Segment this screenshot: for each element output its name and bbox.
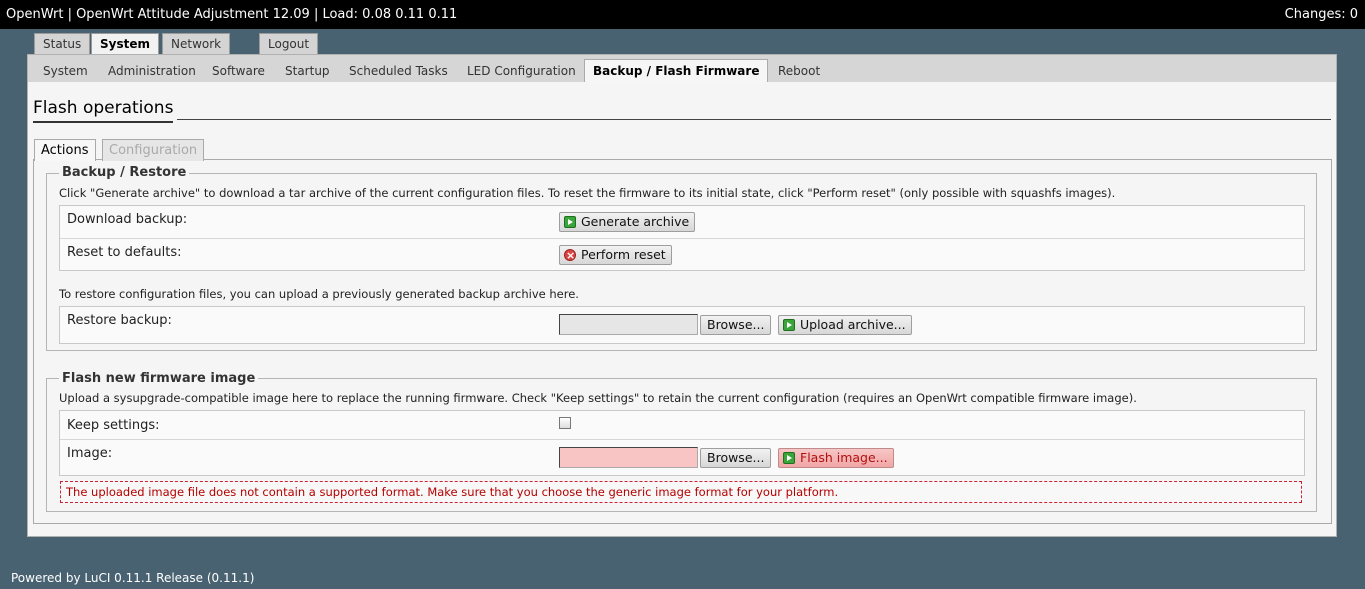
download-backup-label: Download backup: [67, 212, 188, 227]
tab-system[interactable]: System [91, 33, 159, 55]
flash-image-button[interactable]: Flash image... [778, 448, 894, 468]
tab-network[interactable]: Network [162, 33, 231, 54]
restore-description: To restore configuration files, you can … [59, 287, 579, 301]
perform-reset-button[interactable]: Perform reset [559, 245, 672, 265]
flash-description: Upload a sysupgrade-compatible image her… [59, 391, 1137, 405]
upload-archive-label: Upload archive... [800, 317, 906, 332]
error-message: The uploaded image file does not contain… [60, 481, 1302, 503]
tab-status[interactable]: Status [34, 33, 91, 54]
apply-icon [783, 319, 795, 331]
image-file-input[interactable] [559, 447, 698, 468]
keep-settings-checkbox[interactable] [559, 417, 571, 429]
flash-image-label: Flash image... [800, 450, 888, 465]
apply-icon [564, 216, 576, 228]
generate-archive-label: Generate archive [581, 214, 690, 229]
subtab-system[interactable]: System [35, 60, 96, 84]
generate-archive-button[interactable]: Generate archive [559, 212, 696, 232]
reset-icon [564, 247, 576, 265]
upload-archive-button[interactable]: Upload archive... [778, 315, 912, 335]
subtab-software[interactable]: Software [204, 60, 273, 84]
restore-backup-label: Restore backup: [67, 313, 172, 328]
footer-text: Powered by LuCI 0.11.1 Release (0.11.1) [11, 571, 255, 585]
page-title: Flash operations [33, 98, 174, 123]
title-divider [177, 119, 1331, 120]
flash-firmware-legend: Flash new firmware image [59, 371, 259, 386]
image-label: Image: [67, 446, 113, 461]
restore-file-input[interactable] [559, 314, 698, 335]
subtab-led-configuration[interactable]: LED Configuration [459, 60, 584, 84]
apply-icon [783, 452, 795, 464]
subtab-administration[interactable]: Administration [100, 60, 204, 84]
subtab-startup[interactable]: Startup [277, 60, 338, 84]
backup-restore-legend: Backup / Restore [59, 165, 190, 180]
reset-defaults-label: Reset to defaults: [67, 245, 182, 260]
browse-button[interactable]: Browse... [700, 315, 772, 335]
backup-description: Click "Generate archive" to download a t… [59, 186, 1116, 200]
row-divider [60, 439, 1304, 440]
tab-configuration[interactable]: Configuration [102, 139, 205, 161]
subtab-reboot[interactable]: Reboot [770, 60, 828, 84]
browse-button[interactable]: Browse... [700, 448, 772, 468]
subtab-scheduled-tasks[interactable]: Scheduled Tasks [341, 60, 456, 84]
header-title: OpenWrt | OpenWrt Attitude Adjustment 12… [6, 7, 458, 22]
changes-counter[interactable]: Changes: 0 [1285, 7, 1358, 22]
row-divider [60, 238, 1304, 239]
perform-reset-label: Perform reset [581, 247, 666, 262]
top-bar: OpenWrt | OpenWrt Attitude Adjustment 12… [0, 0, 1365, 29]
subtab-backup-flash[interactable]: Backup / Flash Firmware [584, 59, 769, 83]
sub-navigation: System Administration Software Startup S… [27, 54, 1337, 83]
tab-actions[interactable]: Actions [34, 139, 96, 161]
keep-settings-label: Keep settings: [67, 418, 160, 433]
logout-tab[interactable]: Logout [259, 33, 319, 54]
